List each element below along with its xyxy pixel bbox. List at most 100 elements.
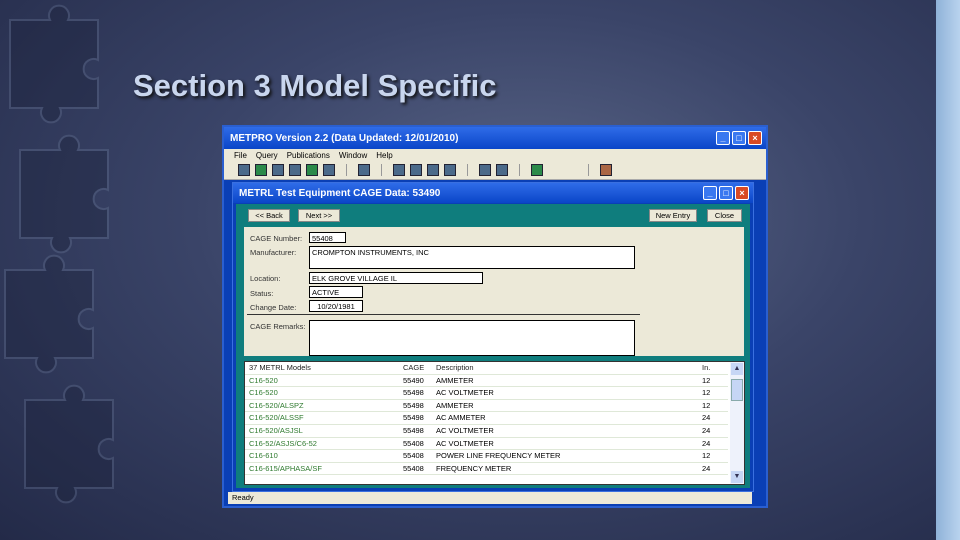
table-row[interactable]: C16-520/ALSSF 55498 AC AMMETER 24 xyxy=(245,412,728,425)
model-cell: C16-520/ASJSL xyxy=(249,426,303,435)
in-cell: 24 xyxy=(702,438,711,448)
menu-publications[interactable]: Publications xyxy=(287,151,330,160)
cage-cell: 55490 xyxy=(403,375,424,385)
description-cell: AMMETER xyxy=(436,375,474,385)
description-cell: POWER LINE FREQUENCY METER xyxy=(436,451,561,461)
next-button[interactable]: Next >> xyxy=(298,209,340,222)
table-row[interactable]: C16-52/ASJS/C6-52 55408 AC VOLTMETER 24 xyxy=(245,438,728,451)
description-cell: AC AMMETER xyxy=(436,413,486,423)
tool-icon[interactable] xyxy=(531,164,543,176)
status-bar: Ready xyxy=(228,492,752,504)
menu-window[interactable]: Window xyxy=(339,151,367,160)
scroll-up-icon[interactable]: ▲ xyxy=(731,363,743,375)
minimize-icon[interactable]: _ xyxy=(716,131,730,145)
table-row[interactable]: C16-520/ASJSL 55498 AC VOLTMETER 24 xyxy=(245,425,728,438)
slide-title: Section 3 Model Specific xyxy=(133,68,497,103)
tile-horizontal-icon[interactable] xyxy=(410,164,422,176)
tool-icon[interactable] xyxy=(272,164,284,176)
cage-label: CAGE Number: xyxy=(250,234,303,243)
models-list: 37 METRL Models CAGE Description In. ▲ ▼ … xyxy=(244,361,745,485)
divider xyxy=(247,314,640,315)
cage-data-window: METRL Test Equipment CAGE Data: 53490 _ □… xyxy=(232,182,754,492)
menu-help[interactable]: Help xyxy=(376,151,392,160)
cage-cell: 55498 xyxy=(403,400,424,410)
table-row[interactable]: C16-610 55408 POWER LINE FREQUENCY METER 12 xyxy=(245,450,728,463)
status-label: Status: xyxy=(250,289,274,298)
header-models[interactable]: 37 METRL Models xyxy=(249,362,311,374)
menu-query[interactable]: Query xyxy=(256,151,278,160)
list-header: 37 METRL Models CAGE Description In. xyxy=(245,362,728,375)
model-cell: C16-52/ASJS/C6-52 xyxy=(249,438,317,448)
description-cell: AC VOLTMETER xyxy=(436,388,494,398)
table-row[interactable]: C16-520 55498 AC VOLTMETER 12 xyxy=(245,387,728,400)
header-description[interactable]: Description xyxy=(436,362,474,374)
metpro-window: METPRO Version 2.2 (Data Updated: 12/01/… xyxy=(222,125,768,508)
change-date-field[interactable]: 10/20/1981 xyxy=(309,300,363,312)
menu-bar: File Query Publications Window Help xyxy=(224,149,766,161)
remarks-field[interactable] xyxy=(309,320,635,356)
description-cell: AC VOLTMETER xyxy=(436,438,494,448)
app-title: METPRO Version 2.2 (Data Updated: 12/01/… xyxy=(230,132,459,144)
header-in[interactable]: In. xyxy=(702,362,710,374)
tool-icon[interactable] xyxy=(479,164,491,176)
print-icon[interactable] xyxy=(496,164,508,176)
tile-vertical-icon[interactable] xyxy=(393,164,405,176)
description-cell: FREQUENCY METER xyxy=(436,463,512,473)
in-cell: 12 xyxy=(702,388,711,398)
cage-cell: 55408 xyxy=(403,463,424,473)
model-cell: C16-615/APHASA/SF xyxy=(249,463,322,473)
cascade-icon[interactable] xyxy=(444,164,456,176)
in-cell: 12 xyxy=(702,375,711,385)
close-icon[interactable]: × xyxy=(748,131,762,145)
in-cell: 24 xyxy=(702,426,711,435)
app-title-bar[interactable]: METPRO Version 2.2 (Data Updated: 12/01/… xyxy=(224,127,766,149)
back-button[interactable]: << Back xyxy=(248,209,290,222)
tool-icon[interactable] xyxy=(238,164,250,176)
exit-icon[interactable] xyxy=(600,164,612,176)
close-button[interactable]: Close xyxy=(707,209,742,222)
in-cell: 12 xyxy=(702,400,711,410)
remarks-label: CAGE Remarks: xyxy=(250,322,306,331)
cage-cell: 55498 xyxy=(403,388,424,398)
model-cell: C16-520/ALSSF xyxy=(249,413,304,423)
header-cage[interactable]: CAGE xyxy=(403,362,424,374)
tool-icon[interactable] xyxy=(255,164,267,176)
cage-cell: 55498 xyxy=(403,413,424,423)
window-icon[interactable] xyxy=(427,164,439,176)
maximize-icon[interactable]: □ xyxy=(719,186,733,200)
scroll-down-icon[interactable]: ▼ xyxy=(731,471,743,483)
scroll-thumb[interactable] xyxy=(731,379,743,401)
model-cell: C16-520 xyxy=(249,388,278,398)
new-entry-button[interactable]: New Entry xyxy=(649,209,697,222)
child-title: METRL Test Equipment CAGE Data: 53490 xyxy=(239,187,441,199)
close-icon[interactable]: × xyxy=(735,186,749,200)
in-cell: 24 xyxy=(702,463,711,473)
description-cell: AC VOLTMETER xyxy=(436,426,494,435)
table-row[interactable]: C16-520 55490 AMMETER 12 xyxy=(245,375,728,388)
cage-number-field[interactable]: 55408 xyxy=(309,232,346,243)
menu-file[interactable]: File xyxy=(234,151,247,160)
toolbar xyxy=(224,161,766,180)
location-field[interactable]: ELK GROVE VILLAGE IL xyxy=(309,272,483,284)
slide-edge-bar xyxy=(936,0,960,540)
manufacturer-label: Manufacturer: xyxy=(250,248,297,257)
tool-icon[interactable] xyxy=(323,164,335,176)
location-label: Location: xyxy=(250,274,281,283)
table-row[interactable]: C16-615/APHASA/SF 55408 FREQUENCY METER 24 xyxy=(245,463,728,476)
manufacturer-field[interactable]: CROMPTON INSTRUMENTS, INC xyxy=(309,246,635,269)
list-scrollbar[interactable]: ▲ ▼ xyxy=(730,362,744,484)
change-date-label: Change Date: xyxy=(250,303,297,312)
maximize-icon[interactable]: □ xyxy=(732,131,746,145)
cage-cell: 55498 xyxy=(403,426,424,435)
description-cell: AMMETER xyxy=(436,400,474,410)
tool-icon[interactable] xyxy=(289,164,301,176)
table-row[interactable]: C16-520/ALSPZ 55498 AMMETER 12 xyxy=(245,400,728,413)
tool-icon[interactable] xyxy=(358,164,370,176)
minimize-icon[interactable]: _ xyxy=(703,186,717,200)
status-field[interactable]: ACTIVE xyxy=(309,286,363,298)
in-cell: 12 xyxy=(702,451,711,461)
model-cell: C16-610 xyxy=(249,451,278,461)
puzzle-decoration xyxy=(4,4,114,504)
tool-icon[interactable] xyxy=(306,164,318,176)
cage-cell: 55408 xyxy=(403,451,424,461)
